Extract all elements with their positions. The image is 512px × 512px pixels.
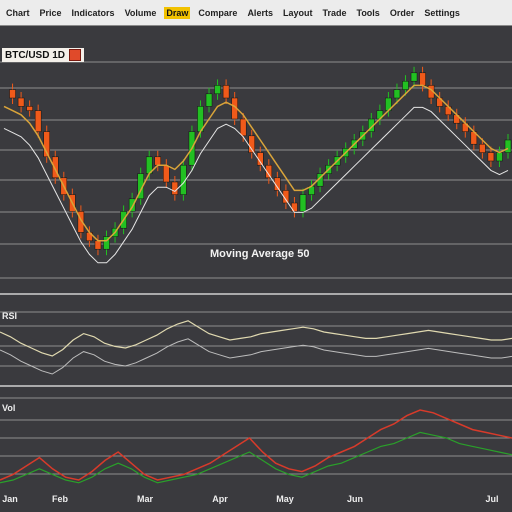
candle-body [9, 89, 16, 99]
trend-line [3, 106, 509, 264]
candle-body [205, 93, 213, 107]
candle-body [34, 110, 42, 132]
toolbar-item-chart[interactable]: Chart [4, 7, 32, 19]
x-tick: Jun [346, 494, 364, 504]
top-toolbar: Chart Price Indicators Volume Draw Compare Ale… [0, 0, 512, 26]
candle-body [239, 118, 247, 137]
toolbar-item-layout[interactable]: Layout [281, 7, 315, 19]
toolbar-item-order[interactable]: Order [388, 7, 417, 19]
x-tick: Feb [51, 494, 69, 504]
chart-header: BTC/USD 1D [2, 48, 85, 62]
x-tick: Jul [485, 494, 499, 504]
candle-body [402, 80, 409, 90]
candle-body [214, 85, 221, 95]
candle-body [487, 152, 495, 162]
volume-label: Vol [2, 403, 16, 413]
rsi-signal-line [0, 338, 512, 375]
toolbar-item-trade[interactable]: Trade [320, 7, 348, 19]
candle-body [222, 85, 230, 99]
x-tick: Apr [212, 494, 228, 504]
toolbar-item-tools[interactable]: Tools [354, 7, 381, 19]
candle-body [393, 89, 401, 99]
chart-title: BTC/USD 1D [5, 49, 66, 61]
candle-body [410, 72, 418, 82]
oscillator-label: RSI [2, 311, 18, 321]
candle-body [94, 240, 102, 250]
x-tick: Jan [2, 494, 18, 504]
toolbar-item-price[interactable]: Price [38, 7, 64, 19]
candle-body [171, 181, 179, 195]
toolbar-item-draw[interactable]: Draw [164, 6, 191, 19]
settings-icon[interactable] [69, 49, 82, 61]
toolbar-item-volume[interactable]: Volume [123, 7, 159, 19]
toolbar-item-settings[interactable]: Settings [422, 7, 462, 19]
candle-body [163, 164, 170, 183]
candle-body [496, 152, 503, 162]
candle-body [504, 139, 512, 153]
candle-body [154, 156, 162, 166]
toolbar-item-compare[interactable]: Compare [196, 7, 239, 19]
x-axis: Jan Feb Mar Apr May Jun Jul [0, 494, 512, 512]
x-tick: May [276, 494, 294, 504]
toolbar-item-alerts[interactable]: Alerts [245, 7, 275, 19]
chart-canvas[interactable] [0, 26, 512, 512]
chart-area[interactable]: BTC/USD 1D Moving Average 50 RSI Vol Jan… [0, 26, 512, 512]
candle-body [419, 72, 426, 86]
candle-body [479, 143, 486, 153]
toolbar-item-indicators[interactable]: Indicators [70, 7, 117, 19]
candle-body [299, 194, 307, 212]
x-tick: Mar [136, 494, 154, 504]
ma-line [3, 84, 509, 242]
candle-body [17, 97, 25, 107]
indicator-label: Moving Average 50 [210, 248, 310, 260]
candle-body [26, 106, 33, 111]
volume-green-line [0, 431, 512, 484]
